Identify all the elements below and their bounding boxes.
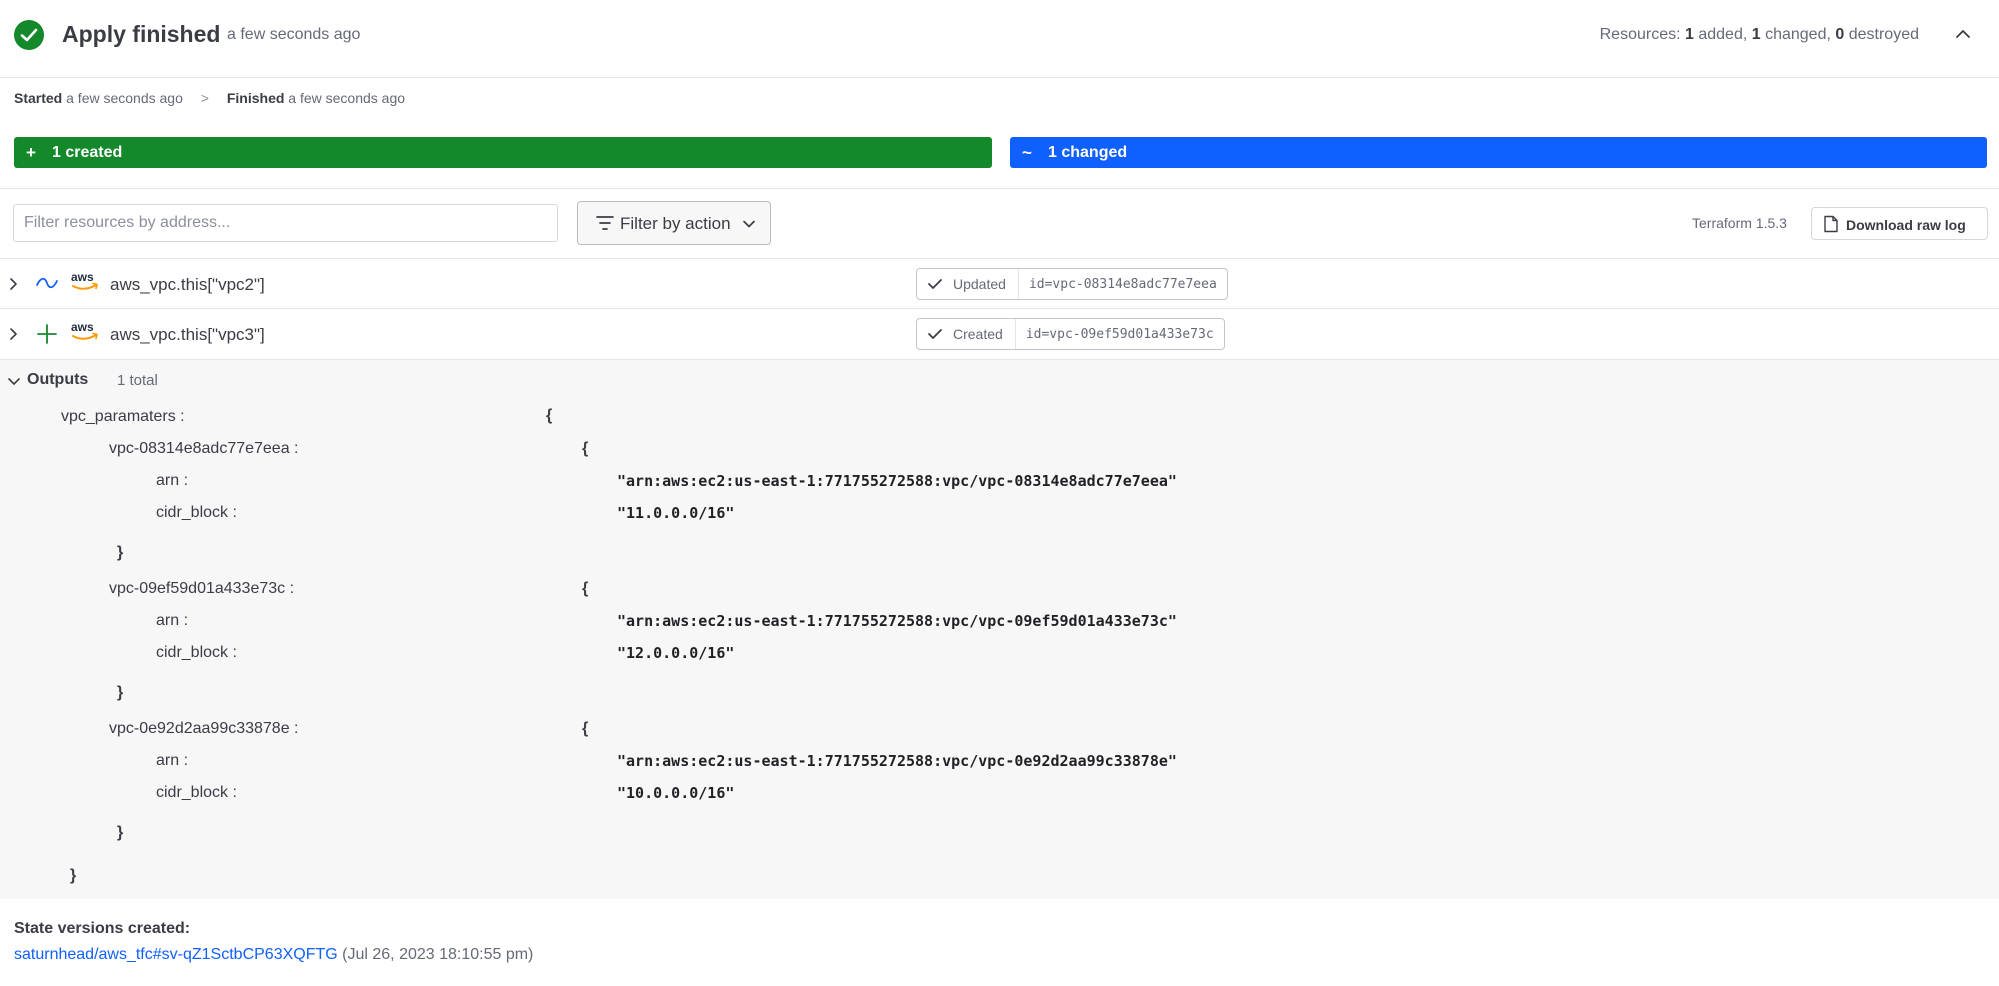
output-key: vpc_paramaters :	[61, 408, 185, 425]
close-brace: }	[117, 544, 124, 561]
output-key: arn :	[156, 752, 189, 769]
resource-state: Created	[917, 319, 1016, 349]
tilde-icon	[36, 277, 58, 289]
changed-label: changed,	[1760, 26, 1836, 43]
started-time: a few seconds ago	[66, 90, 183, 106]
close-brace: }	[117, 824, 124, 841]
chevron-down-icon[interactable]	[6, 374, 22, 390]
chevron-right-icon[interactable]	[6, 326, 22, 342]
output-key: vpc-0e92d2aa99c33878e :	[109, 720, 299, 737]
check-circle-icon	[14, 20, 44, 50]
outputs-title: Outputs	[27, 371, 89, 388]
aws-logo-icon: aws	[71, 320, 98, 340]
changed-summary-label: 1 changed	[1048, 144, 1128, 161]
download-raw-log-label: Download raw log	[1846, 217, 1966, 233]
resource-id: id=vpc-08314e8adc77e7eea	[1028, 276, 1217, 292]
output-value: "12.0.0.0/16"	[617, 644, 735, 662]
open-brace: {	[582, 440, 589, 457]
changed-count: 1	[1751, 26, 1761, 43]
outputs-panel: Outputs 1 total vpc_paramaters : { vpc-0…	[0, 359, 1999, 899]
chevron-down-icon	[743, 220, 755, 228]
resource-address: aws_vpc.this["vpc3"]	[110, 325, 265, 344]
header-timestamp: a few seconds ago	[227, 26, 361, 43]
output-key: vpc-09ef59d01a433e73c :	[109, 580, 295, 597]
check-icon	[928, 279, 942, 289]
resource-row[interactable]: aws aws_vpc.this["vpc3"] Created id=vpc-…	[0, 308, 1999, 358]
output-value: "arn:aws:ec2:us-east-1:771755272588:vpc/…	[617, 472, 1177, 490]
output-value: "11.0.0.0/16"	[617, 504, 735, 522]
close-brace: }	[70, 867, 77, 884]
output-key: arn :	[156, 612, 189, 629]
resource-id: id=vpc-09ef59d01a433e73c	[1025, 326, 1214, 342]
svg-text:aws: aws	[71, 270, 94, 284]
document-icon	[1824, 215, 1838, 233]
state-version-link[interactable]: saturnhead/aws_tfc#sv-qZ1SctbCP63XQFTG	[14, 946, 338, 963]
state-version-date: (Jul 26, 2023 18:10:55 pm)	[337, 946, 534, 963]
destroyed-count: 0	[1835, 26, 1845, 43]
resource-state: Updated	[917, 269, 1019, 299]
state-versions-title: State versions created:	[14, 920, 191, 937]
added-label: added,	[1693, 26, 1752, 43]
filter-by-action-label: Filter by action	[620, 214, 731, 233]
open-brace: {	[546, 407, 553, 424]
output-key: vpc-08314e8adc77e7eea :	[109, 440, 299, 457]
output-value: "arn:aws:ec2:us-east-1:771755272588:vpc/…	[617, 752, 1177, 770]
created-summary-bar[interactable]: + 1 created	[14, 137, 992, 168]
resource-state-label: Updated	[953, 276, 1006, 292]
close-brace: }	[117, 684, 124, 701]
plus-icon: +	[26, 143, 36, 162]
check-icon	[928, 329, 942, 339]
added-count: 1	[1685, 26, 1694, 43]
aws-logo-icon: aws	[71, 270, 98, 290]
outputs-total: 1 total	[117, 372, 158, 389]
tilde-icon: ~	[1022, 143, 1032, 162]
resource-state-label: Created	[953, 326, 1003, 342]
chevron-up-icon[interactable]	[1951, 22, 1975, 46]
run-timeline: Started a few seconds ago > Finished a f…	[14, 90, 405, 106]
page-title: Apply finished	[62, 21, 221, 47]
resource-address: aws_vpc.this["vpc2"]	[110, 275, 265, 294]
chevron-right-icon[interactable]	[6, 276, 22, 292]
plus-icon	[37, 324, 57, 344]
resources-label: Resources:	[1599, 26, 1685, 43]
state-version-entry: saturnhead/aws_tfc#sv-qZ1SctbCP63XQFTG (…	[14, 946, 533, 964]
filter-resources-input[interactable]	[13, 204, 558, 242]
output-key: cidr_block :	[156, 504, 237, 521]
changed-summary-bar[interactable]: ~ 1 changed	[1010, 137, 1987, 168]
output-key: arn :	[156, 472, 189, 489]
filter-by-action-dropdown[interactable]: Filter by action	[577, 201, 771, 245]
resource-row[interactable]: aws aws_vpc.this["vpc2"] Updated id=vpc-…	[0, 258, 1999, 308]
output-key: cidr_block :	[156, 784, 237, 801]
finished-time: a few seconds ago	[288, 90, 406, 106]
open-brace: {	[582, 580, 589, 597]
finished-label: Finished	[226, 90, 285, 106]
divider	[0, 188, 1999, 189]
output-value: "arn:aws:ec2:us-east-1:771755272588:vpc/…	[617, 612, 1177, 630]
timeline-separator: >	[200, 90, 209, 106]
svg-text:aws: aws	[71, 320, 94, 334]
terraform-version: Terraform 1.5.3	[1692, 215, 1787, 231]
output-key: cidr_block :	[156, 644, 237, 661]
created-summary-label: 1 created	[52, 144, 123, 161]
destroyed-label: destroyed	[1844, 26, 1919, 43]
output-value: "10.0.0.0/16"	[617, 784, 735, 802]
run-header: Apply finished a few seconds ago Resourc…	[0, 0, 1999, 78]
filter-icon	[596, 216, 614, 230]
started-label: Started	[14, 90, 63, 106]
open-brace: {	[582, 720, 589, 737]
resource-status-badge: Updated id=vpc-08314e8adc77e7eea	[916, 268, 1228, 300]
resources-summary: Resources: 1 added, 1 changed, 0 destroy…	[1600, 26, 1919, 44]
download-raw-log-button[interactable]: Download raw log	[1811, 207, 1988, 240]
resource-status-badge: Created id=vpc-09ef59d01a433e73c	[916, 318, 1225, 350]
